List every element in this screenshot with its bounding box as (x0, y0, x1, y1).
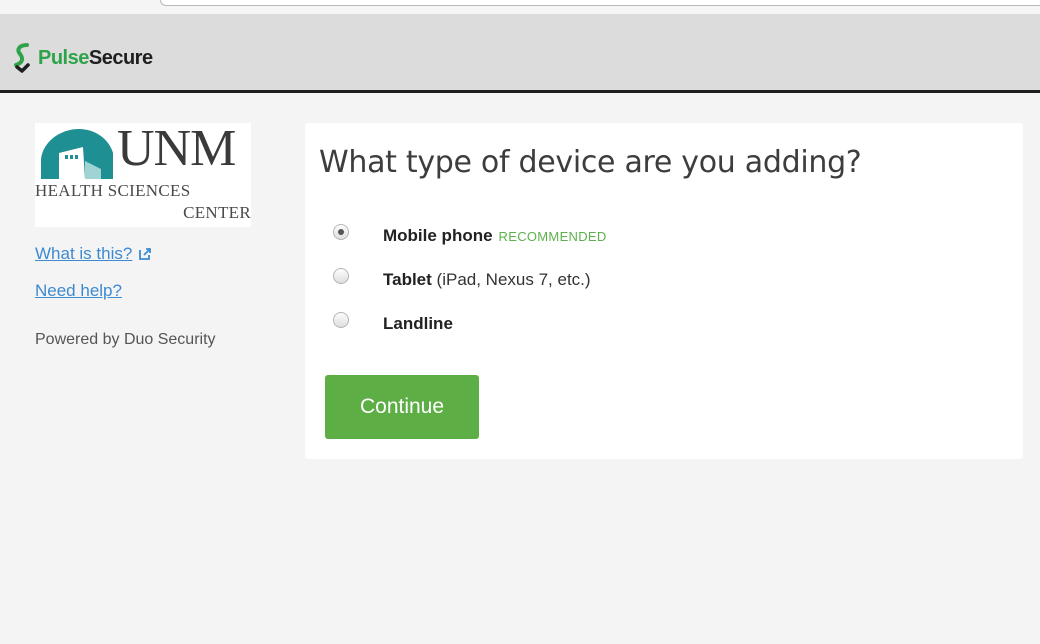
brand-pulse-text: Pulse (38, 46, 89, 69)
continue-button[interactable]: Continue (325, 375, 479, 439)
address-bar-edge[interactable] (160, 0, 1040, 6)
main-content: UNM HEALTH SCIENCES CENTER What is this?… (0, 93, 1040, 644)
logo-line-1: HEALTH SCIENCES (35, 181, 191, 200)
mobile-phone-radio[interactable] (333, 224, 349, 240)
pulse-secure-logo-icon (14, 43, 30, 73)
what-is-this-link[interactable]: What is this? (35, 244, 152, 264)
pulse-secure-brand: PulseSecure (10, 38, 153, 78)
option-landline[interactable]: Landline (333, 311, 973, 337)
need-help-link[interactable]: Need help? (35, 281, 122, 301)
option-mobile-phone[interactable]: Mobile phone RECOMMENDED (333, 223, 973, 249)
what-is-this-label: What is this? (35, 244, 133, 263)
device-type-card: What type of device are you adding? Mobi… (305, 123, 1023, 459)
tablet-label: Tablet (383, 270, 432, 289)
brand-name: PulseSecure (38, 47, 153, 70)
landline-label: Landline (383, 314, 453, 333)
logo-line-2: CENTER (183, 203, 251, 222)
browser-top-strip (0, 0, 1040, 14)
option-label: Mobile phone RECOMMENDED (383, 226, 607, 246)
tablet-radio[interactable] (333, 268, 349, 284)
option-label: Tablet (iPad, Nexus 7, etc.) (383, 270, 591, 290)
page-title: What type of device are you adding? (319, 145, 862, 180)
mobile-phone-label: Mobile phone (383, 226, 493, 245)
option-tablet[interactable]: Tablet (iPad, Nexus 7, etc.) (333, 267, 973, 293)
external-link-icon (139, 248, 152, 260)
option-label: Landline (383, 314, 453, 334)
landline-radio[interactable] (333, 312, 349, 328)
logo-unm-text: UNM (117, 120, 236, 177)
unm-hsc-logo: UNM HEALTH SCIENCES CENTER (35, 120, 251, 227)
brand-secure-text: Secure (88, 46, 153, 69)
unm-dome-icon (41, 129, 113, 179)
powered-by-text: Powered by Duo Security (35, 331, 216, 348)
pulse-secure-header: PulseSecure (0, 14, 1040, 93)
tablet-detail: (iPad, Nexus 7, etc.) (436, 270, 591, 289)
recommended-badge: RECOMMENDED (498, 229, 607, 244)
